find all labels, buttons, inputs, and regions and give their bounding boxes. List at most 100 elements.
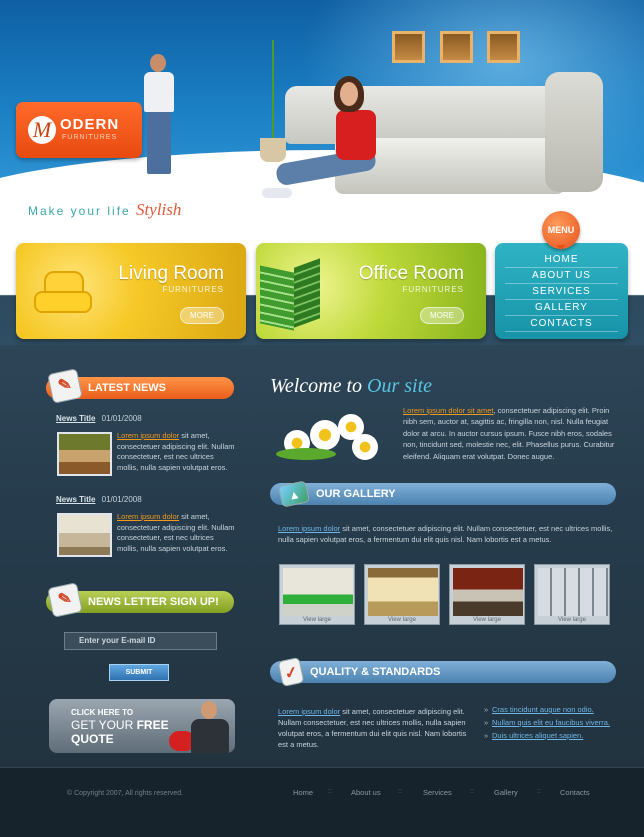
email-field[interactable]: Enter your E-mail ID <box>64 632 217 650</box>
quote-line-2-text: GET YOUR <box>71 718 134 732</box>
gallery-caption[interactable]: View large <box>535 616 609 625</box>
welcome-title-accent: Our site <box>367 375 433 397</box>
main-menu: HOME ABOUT US SERVICES GALLERY CONTACTS <box>495 243 628 339</box>
footer-separator: :: <box>328 788 332 795</box>
welcome-title: Welcome to <box>270 375 363 397</box>
gallery-link[interactable]: Lorem ipsum dolor <box>278 524 340 533</box>
gallery-thumb[interactable]: View large <box>279 564 355 625</box>
news-summary: Lorem ipsum dolor sit amet, consectetuer… <box>117 512 235 554</box>
news-title-link[interactable]: News Title <box>56 495 95 504</box>
gallery-photo <box>453 568 523 616</box>
flowers-image <box>276 410 388 462</box>
logo-mark: M <box>28 116 56 144</box>
quality-link[interactable]: Lorem ipsum dolor <box>278 707 340 716</box>
quality-title: QUALITY & STANDARDS <box>310 666 441 678</box>
newsletter-title: NEWS LETTER SIGN UP! <box>88 596 219 608</box>
welcome-heading: Welcome to Our site <box>270 375 432 398</box>
footer: © Copyright 2007, All rights reserved. H… <box>0 767 644 837</box>
quality-link-item[interactable]: » Duis ultrices aliquet sapien. <box>484 729 614 742</box>
tagline: Make your life Stylish <box>28 200 181 220</box>
menu-badge: MENU <box>542 211 580 250</box>
wall-shelf <box>392 31 425 63</box>
tagline-text: Make your life <box>28 204 131 218</box>
quality-link-text[interactable]: Nullam quis elit eu faucibus viverra. <box>492 718 610 727</box>
quality-link-item[interactable]: » Nullam quis elit eu faucibus viverra. <box>484 716 614 729</box>
news-item-header: News Title 01/01/2008 <box>56 495 142 504</box>
gallery-caption[interactable]: View large <box>280 616 354 625</box>
quality-heading: ✓ QUALITY & STANDARDS <box>270 656 616 688</box>
picture-icon: ▲ <box>278 480 310 508</box>
footer-link-contacts[interactable]: Contacts <box>560 788 590 797</box>
news-summary: Lorem ipsum dolor sit amet, consectetuer… <box>117 431 235 473</box>
footer-link-gallery[interactable]: Gallery <box>494 788 518 797</box>
office-room-card[interactable]: Office Room FURNITURES MORE <box>256 243 486 339</box>
menu-item-services[interactable]: SERVICES <box>505 284 618 300</box>
welcome-link[interactable]: Lorem ipsum dolor sit amet <box>403 406 493 415</box>
news-title-link[interactable]: News Title <box>56 414 95 423</box>
gallery-title: OUR GALLERY <box>316 488 396 500</box>
card-title: Office Room <box>358 263 464 284</box>
quality-text: Lorem ipsum dolor sit amet, consectetuer… <box>278 706 468 750</box>
footer-link-home[interactable]: Home <box>293 788 313 797</box>
gallery-caption[interactable]: View large <box>365 616 439 625</box>
quote-line-2: GET YOUR FREE <box>71 718 169 732</box>
news-item-header: News Title 01/01/2008 <box>56 414 142 423</box>
living-room-more-button[interactable]: MORE <box>180 307 224 324</box>
newspaper-icon: ✎ <box>47 368 83 404</box>
latest-news-title: LATEST NEWS <box>88 382 167 394</box>
footer-separator: :: <box>470 788 474 795</box>
footer-separator: :: <box>537 788 541 795</box>
news-date: 01/01/2008 <box>101 495 142 504</box>
building-icon <box>260 258 322 331</box>
bullet-icon: » <box>484 718 489 727</box>
logo-subtitle: FURNITURES <box>62 134 118 141</box>
quality-link-text[interactable]: Duis ultrices aliquet sapien. <box>492 731 583 740</box>
quote-line-3: QUOTE <box>71 732 114 746</box>
news-thumbnail[interactable] <box>57 432 112 476</box>
logo-name: ODERN <box>60 116 120 133</box>
quality-link-text[interactable]: Cras tincidunt augue non odio. <box>492 705 594 714</box>
gallery-text: Lorem ipsum dolor sit amet, consectetuer… <box>278 523 616 545</box>
card-subtitle: FURNITURES <box>162 285 224 294</box>
footer-link-services[interactable]: Services <box>423 788 452 797</box>
submit-button[interactable]: SUBMIT <box>109 664 169 681</box>
quality-link-item[interactable]: » Cras tincidunt augue non odio. <box>484 703 614 716</box>
gallery-thumb[interactable]: View large <box>534 564 610 625</box>
menu-item-gallery[interactable]: GALLERY <box>505 300 618 316</box>
gallery-photo <box>283 568 353 616</box>
news-body-link[interactable]: Lorem ipsum dolor <box>117 431 179 440</box>
site-logo[interactable]: M ODERN FURNITURES <box>16 102 142 158</box>
certificate-icon: ✓ <box>277 656 305 688</box>
header-banner: M ODERN FURNITURES Make your life Stylis… <box>0 0 644 240</box>
footer-separator: :: <box>398 788 402 795</box>
bullet-icon: » <box>484 731 489 740</box>
woman-figure <box>262 76 392 206</box>
footer-link-about-us[interactable]: About us <box>351 788 381 797</box>
gallery-photo <box>538 568 608 616</box>
free-quote-banner[interactable]: CLICK HERE TO GET YOUR FREE QUOTE <box>49 699 235 753</box>
menu-item-about-us[interactable]: ABOUT US <box>505 268 618 284</box>
wall-shelf <box>487 31 520 63</box>
news-body-link[interactable]: Lorem ipsum dolor <box>117 512 179 521</box>
tagline-accent: Stylish <box>136 200 182 219</box>
newsletter-heading: ✎ NEWS LETTER SIGN UP! <box>46 582 234 618</box>
quote-line-1: CLICK HERE TO <box>71 708 134 717</box>
gallery-caption[interactable]: View large <box>450 616 524 625</box>
wall-shelf <box>440 31 473 63</box>
gallery-photo <box>368 568 438 616</box>
card-subtitle: FURNITURES <box>402 285 464 294</box>
news-thumbnail[interactable] <box>57 513 112 557</box>
menu-item-contacts[interactable]: CONTACTS <box>505 316 618 332</box>
man-figure <box>138 50 180 178</box>
office-room-more-button[interactable]: MORE <box>420 307 464 324</box>
gallery-thumb[interactable]: View large <box>449 564 525 625</box>
gallery-thumb[interactable]: View large <box>364 564 440 625</box>
living-room-card[interactable]: Living Room FURNITURES MORE <box>16 243 246 339</box>
businessman-image <box>169 701 231 753</box>
news-date: 01/01/2008 <box>101 414 142 423</box>
latest-news-heading: ✎ LATEST NEWS <box>46 368 234 404</box>
bullet-icon: » <box>484 705 489 714</box>
copyright: © Copyright 2007, All rights reserved. <box>67 790 184 797</box>
armchair-icon <box>34 271 92 315</box>
welcome-text: Lorem ipsum dolor sit amet, consectetuer… <box>403 405 616 462</box>
